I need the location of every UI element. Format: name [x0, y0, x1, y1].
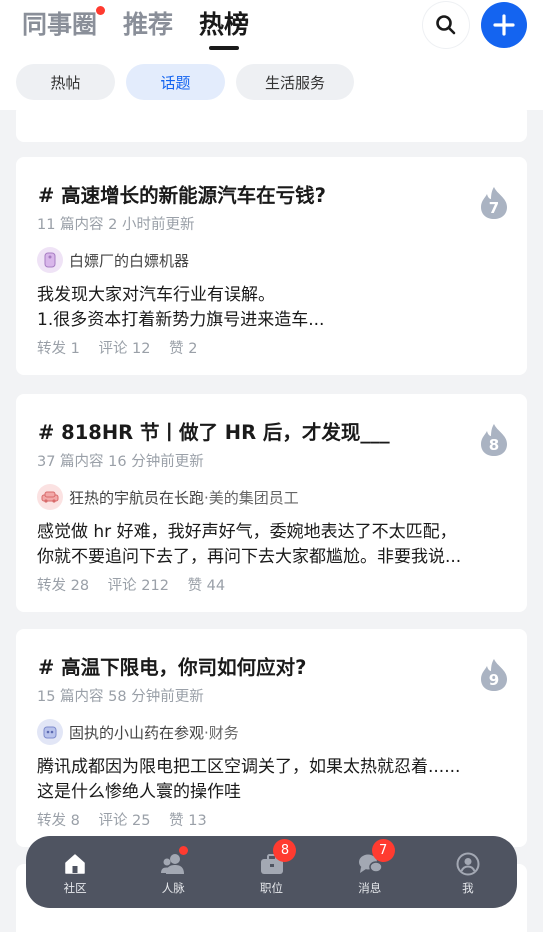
- author-name: 狂热的宇航员在长跑: [69, 488, 205, 507]
- search-button[interactable]: [423, 2, 469, 48]
- post-author[interactable]: 白嫖厂的白嫖机器: [37, 247, 189, 273]
- repost-count[interactable]: 转发 1: [37, 341, 80, 357]
- post-excerpt[interactable]: 感觉做 hr 好难，我好声好气，委婉地表达了不太匹配， 你就不要追问下去了，再问…: [37, 520, 512, 570]
- chip-life-services[interactable]: 生活服务: [236, 64, 354, 100]
- chip-topics[interactable]: 话题: [126, 64, 225, 100]
- tab-me[interactable]: 我: [419, 836, 517, 908]
- comment-count[interactable]: 评论 25: [98, 813, 150, 829]
- post-author[interactable]: 固执的小山药在参观 ·财务: [37, 719, 239, 745]
- add-button[interactable]: [481, 2, 527, 48]
- post-excerpt[interactable]: 我发现大家对汽车行业有误解。 1.很多资本打着新势力旗号进来造车...: [37, 283, 512, 333]
- category-chips: 热帖 话题 生活服务: [16, 64, 365, 100]
- author-company: ·财务: [204, 723, 239, 742]
- author-name: 白嫖厂的白嫖机器: [69, 251, 190, 270]
- rank-flame-badge: 9: [477, 657, 511, 693]
- robot-avatar-icon: [44, 252, 56, 268]
- tab-connections[interactable]: 人脉: [124, 836, 222, 908]
- like-count[interactable]: 赞 2: [169, 341, 197, 357]
- notification-dot: [179, 846, 189, 855]
- notification-dot: [96, 6, 106, 15]
- comment-count[interactable]: 评论 212: [108, 578, 169, 594]
- tab-messages[interactable]: 7 消息: [321, 836, 419, 908]
- topic-title[interactable]: # 818HR 节丨做了 HR 后，才发现___: [38, 416, 390, 445]
- avatar: [37, 719, 63, 745]
- repost-count[interactable]: 转发 28: [37, 578, 89, 594]
- like-count[interactable]: 赞 13: [169, 813, 207, 829]
- car-avatar-icon: [41, 491, 59, 503]
- flame-icon: 8: [481, 424, 507, 456]
- comment-count[interactable]: 评论 12: [98, 341, 150, 357]
- tab-colleague-circle[interactable]: 同事圈: [22, 6, 106, 44]
- topic-title[interactable]: # 高温下限电，你司如何应对?: [38, 651, 306, 680]
- like-count[interactable]: 赞 44: [188, 578, 226, 594]
- tab-recommend[interactable]: 推荐: [123, 6, 173, 44]
- rank-flame-badge: 8: [477, 422, 511, 458]
- avatar: [37, 484, 63, 510]
- tab-hot-list[interactable]: 热榜: [199, 6, 249, 50]
- post-stats: 转发 8 评论 25 赞 13: [37, 809, 221, 830]
- topic-meta: 37 篇内容 16 分钟前更新: [37, 454, 204, 470]
- svg-text:8: 8: [489, 436, 499, 454]
- svg-text:7: 7: [489, 199, 499, 217]
- topic-card[interactable]: # 高温下限电，你司如何应对? 15 篇内容 58 分钟前更新 固执的小山药在参…: [16, 629, 527, 847]
- repost-count[interactable]: 转发 8: [37, 813, 80, 829]
- tab-jobs[interactable]: 8 职位: [222, 836, 320, 908]
- plus-icon: [493, 14, 515, 36]
- chip-hot-posts[interactable]: 热帖: [16, 64, 115, 100]
- post-stats: 转发 1 评论 12 赞 2: [37, 337, 211, 358]
- rank-flame-badge: 7: [477, 185, 511, 221]
- profile-icon: [456, 852, 480, 876]
- bottom-tab-bar: 社区 人脉 8 职位 7 消息 我: [26, 836, 517, 908]
- topic-meta: 15 篇内容 58 分钟前更新: [37, 689, 204, 705]
- topic-title[interactable]: # 高速增长的新能源汽车在亏钱?: [38, 179, 326, 208]
- topic-meta: 11 篇内容 2 小时前更新: [37, 217, 195, 233]
- contacts-icon: [161, 854, 185, 874]
- messages-count-badge: 7: [371, 839, 395, 862]
- tab-community[interactable]: 社区: [26, 836, 124, 908]
- flame-icon: 9: [481, 659, 507, 691]
- post-author[interactable]: 狂热的宇航员在长跑 ·美的集团员工: [37, 484, 299, 510]
- topic-card[interactable]: # 高速增长的新能源汽车在亏钱? 11 篇内容 2 小时前更新 白嫖厂的白嫖机器…: [16, 157, 527, 375]
- header: 同事圈 推荐 热榜 热帖 话题 生活服务: [0, 0, 543, 110]
- svg-text:9: 9: [489, 671, 499, 689]
- previous-topic-card[interactable]: [16, 104, 527, 142]
- robot-avatar-icon: [43, 726, 57, 739]
- post-excerpt[interactable]: 腾讯成都因为限电把工区空调关了，如果太热就忍着...... 这是什么惨绝人寰的操…: [37, 755, 512, 805]
- author-company: ·美的集团员工: [204, 488, 299, 507]
- post-stats: 转发 28 评论 212 赞 44: [37, 574, 239, 595]
- topic-card[interactable]: # 818HR 节丨做了 HR 后，才发现___ 37 篇内容 16 分钟前更新…: [16, 394, 527, 612]
- jobs-count-badge: 8: [273, 839, 297, 862]
- search-icon: [436, 15, 456, 35]
- flame-icon: 7: [481, 187, 507, 219]
- top-tabs: 同事圈 推荐 热榜: [22, 6, 275, 50]
- avatar: [37, 247, 63, 273]
- author-name: 固执的小山药在参观: [69, 723, 205, 742]
- active-tab-underline: [209, 46, 240, 50]
- home-icon: [65, 854, 85, 874]
